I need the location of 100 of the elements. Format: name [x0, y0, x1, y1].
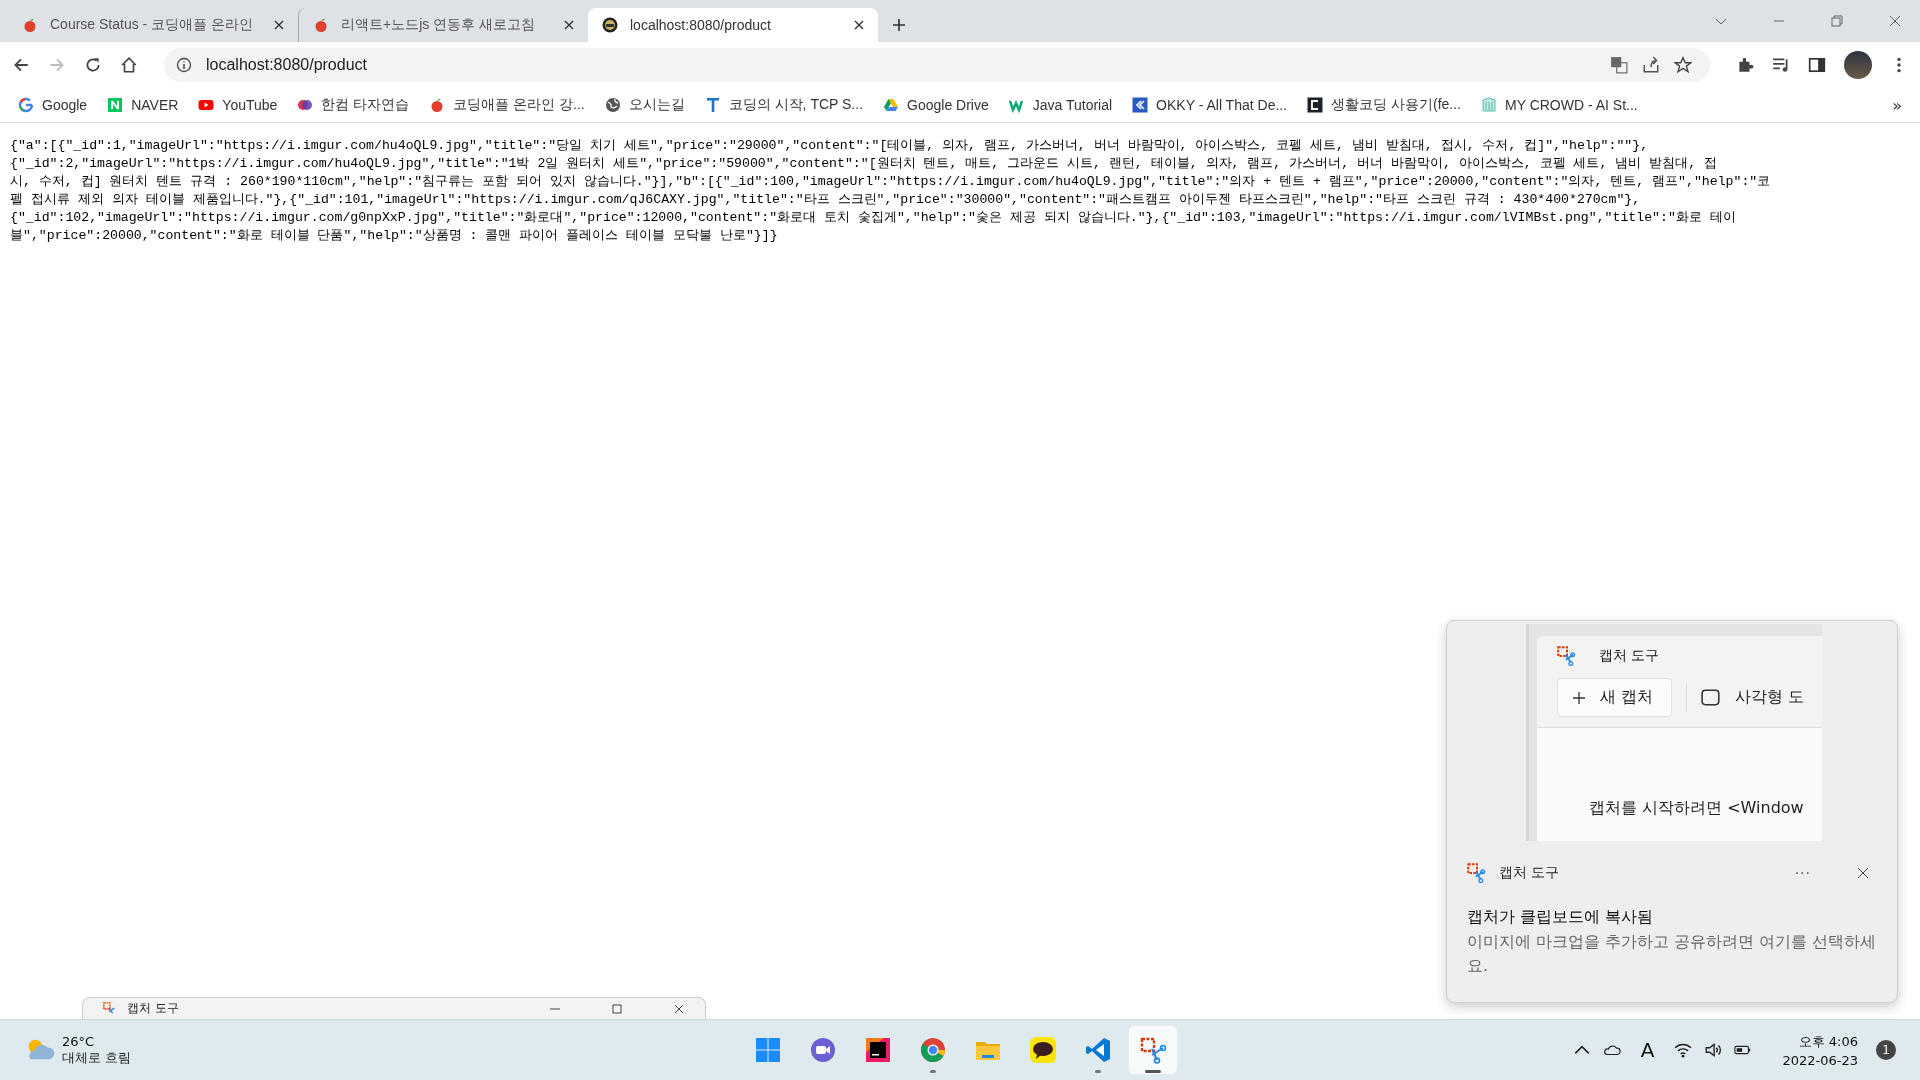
- bookmark[interactable]: Google: [18, 97, 88, 113]
- apple-icon: [313, 17, 329, 33]
- home-icon[interactable]: [120, 56, 138, 74]
- bookmark[interactable]: Google Drive: [883, 97, 989, 113]
- bookmark-label: OKKY - All That De...: [1156, 97, 1288, 113]
- json-text-line: {"a":[{"_id":1,"imageUrl":"https://i.imgur.com/hu4oQL9.jpg","title":"당일 치기 세트","price":"29000","content":"[테이블, 의자, 램프, 가스버너, 버너 바람막이, 아이스박스, 코펠 세트, 냄비 받침대, 접시, 수저, 컵]","help":""},: [10, 137, 1650, 155]
- bookmark-label: 오시는길: [628, 96, 685, 114]
- maximize-icon[interactable]: [611, 1002, 623, 1015]
- app-icon: [918, 1036, 947, 1064]
- window-title: 캡처 도구: [127, 1000, 179, 1017]
- favicon-icon: [1132, 97, 1149, 113]
- bookmark-label: Google: [42, 97, 88, 113]
- preview-hint: 캡처를 시작하려면 <Window: [1589, 798, 1804, 819]
- notification-title: 캡처가 클립보드에 복사됨: [1466, 906, 1655, 928]
- favicon-icon: [1307, 97, 1324, 113]
- bookmark[interactable]: 오시는길: [604, 96, 685, 114]
- bookmark[interactable]: 코딩애플 온라인 강...: [429, 96, 585, 114]
- media-list-icon[interactable]: [1772, 56, 1790, 74]
- tab-title: localhost:8080/product: [630, 17, 772, 33]
- speaker-icon[interactable]: [1704, 1041, 1723, 1059]
- bookmarks-overflow[interactable]: »: [1892, 95, 1902, 115]
- rectangle-icon: [1701, 688, 1722, 707]
- favicon-icon: [883, 97, 900, 113]
- bookmark-label: MY CROWD - AI St...: [1505, 97, 1638, 113]
- app-icon: [1083, 1036, 1112, 1064]
- close-icon[interactable]: [564, 20, 574, 30]
- profile-avatar[interactable]: [1844, 51, 1872, 79]
- bookmark[interactable]: YouTube: [198, 97, 278, 113]
- bookmark[interactable]: MY CROWD - AI St...: [1481, 97, 1638, 113]
- new-tab-icon[interactable]: [892, 18, 906, 32]
- favicon-icon: [297, 97, 314, 113]
- favicon-icon: [1481, 97, 1497, 113]
- mode-label: 사각형 도: [1735, 687, 1805, 708]
- app-icon: [1028, 1036, 1057, 1064]
- wifi-icon[interactable]: [1674, 1041, 1693, 1059]
- bookmark[interactable]: 한컴 타자연습: [297, 96, 410, 114]
- round-favicon-icon: [602, 17, 618, 33]
- close-icon[interactable]: [1857, 867, 1869, 879]
- temperature: 26°C: [62, 1033, 96, 1049]
- app-icon: [863, 1036, 892, 1064]
- running-indicator: [1094, 1070, 1101, 1073]
- star-icon[interactable]: [1674, 56, 1692, 74]
- bookmark[interactable]: 생활코딩 사용기(fe...: [1307, 96, 1461, 114]
- new-capture-button: 새 캡처: [1557, 678, 1673, 717]
- back-icon[interactable]: [12, 56, 30, 74]
- favicon-icon: [107, 97, 124, 113]
- bookmark-label: YouTube: [222, 97, 278, 113]
- restore-icon[interactable]: [1830, 14, 1844, 28]
- share-icon[interactable]: [1642, 56, 1660, 74]
- app-icon: [808, 1036, 837, 1064]
- app-icon: [753, 1036, 782, 1064]
- date: 2022-06-23: [1782, 1052, 1858, 1068]
- address-bar[interactable]: localhost:8080/product: [164, 48, 1710, 82]
- bookmark-label: 생활코딩 사용기(fe...: [1331, 96, 1461, 114]
- json-text-line: 시, 수저, 컵] 원터치 텐트 규격 : 260*190*110cm","help":"침구류는 포함 되어 있지 않습니다."}],"b":[{"_id":100,"imageUrl":"https://i.imgur.com/hu4oQL9.jpg","title":"의자 + 텐트 + 램프","price":20000,"content":"의자, 텐트, 램프","help":"코: [10, 173, 1772, 191]
- bookmark[interactable]: Java Tutorial: [1008, 97, 1113, 113]
- running-indicator: [929, 1070, 936, 1073]
- clock[interactable]: 오후 4:06 2022-06-23: [1782, 1032, 1858, 1068]
- notification-body: 이미지에 마크업을 추가하고 공유하려면 여기를 선택하세요.: [1466, 931, 1878, 977]
- info-icon[interactable]: [176, 57, 192, 73]
- favicon-icon: [704, 97, 721, 113]
- url-text: localhost:8080/product: [206, 56, 367, 74]
- notification-count[interactable]: 1: [1876, 1040, 1896, 1060]
- input-method-indicator[interactable]: A: [1640, 1038, 1655, 1062]
- close-icon[interactable]: [854, 20, 864, 30]
- bookmark-label: NAVER: [131, 97, 179, 113]
- puzzle-icon[interactable]: [1736, 56, 1754, 74]
- side-panel-icon[interactable]: [1808, 56, 1826, 74]
- snipping-window[interactable]: 캡처 도구: [82, 997, 706, 1019]
- close-icon[interactable]: [673, 1002, 685, 1015]
- favicon-icon: [198, 97, 215, 113]
- json-text-line: {"_id":102,"imageUrl":"https://i.imgur.com/g0npXxP.jpg","title":"화로대","price":12000,"content":"화로대 토치 숯집게","help":"숯은 제공 되지 않습니다."},{"_id":103,"imageUrl":"https://i.imgur.com/lVIMBst.png","title":"화로 테이: [10, 209, 1737, 227]
- tab-title: 리액트+노드js 연동후 새로고침: [341, 16, 537, 34]
- scissors-icon: [103, 1001, 117, 1016]
- tab-title: Course Status - 코딩애플 온라인: [50, 16, 255, 34]
- bookmark-label: Google Drive: [907, 97, 989, 113]
- preview-title: 캡처 도구: [1599, 647, 1660, 665]
- json-text-line: {"_id":2,"imageUrl":"https://i.imgur.com/hu4oQL9.jpg","title":"1박 2일 원터치 세트","price":"59000","content":"[원터치 텐트, 매트, 그라운드 시트, 랜턴, 테이블, 의자, 램프, 가스버너, 버너 바람막이, 아이스박스, 코펠 세트, 냄비 받침대, 접: [10, 155, 1719, 173]
- weather-description: 대체로 흐림: [62, 1048, 132, 1067]
- scissors-icon: [1467, 863, 1487, 883]
- translate-icon[interactable]: [1610, 56, 1628, 74]
- favicon-icon: [604, 97, 621, 113]
- bookmark-label: 코딩애플 온라인 강...: [453, 96, 585, 114]
- bookmark-label: 한컴 타자연습: [321, 96, 410, 114]
- reload-icon[interactable]: [84, 56, 102, 74]
- bookmark[interactable]: NAVER: [107, 97, 179, 113]
- bookmark-label: Java Tutorial: [1032, 97, 1113, 113]
- app-name: 캡처 도구: [1499, 864, 1560, 882]
- close-icon[interactable]: [274, 20, 284, 30]
- app-icon: [1138, 1036, 1167, 1064]
- json-text-line: 블","price":20000,"content":"화로 테이블 단품","help":"상품명 : 콜맨 파이어 플레이스 테이블 모닥불 난로"}]}: [10, 227, 779, 245]
- notification-card[interactable]: 캡처 도구 새 캡처 사각형 도 캡처를 시작하려면 <Window 캡처 도구 ··· 캡처가 클립보드에 복사됨 이미지에 마크업을 추가하고 공유하려면 여기를 선택하세요.: [1446, 620, 1898, 1003]
- bookmark[interactable]: OKKY - All That De...: [1132, 97, 1288, 113]
- apple-icon: [22, 17, 38, 33]
- more-options[interactable]: ···: [1794, 865, 1811, 881]
- plus-icon: [1572, 690, 1586, 705]
- time: 오후 4:06: [1798, 1032, 1858, 1051]
- browser-tab[interactable]: Course Status - 코딩애플 온라인: [8, 8, 298, 42]
- running-indicator: [1144, 1070, 1161, 1073]
- browser-tab[interactable]: localhost:8080/product: [588, 8, 878, 42]
